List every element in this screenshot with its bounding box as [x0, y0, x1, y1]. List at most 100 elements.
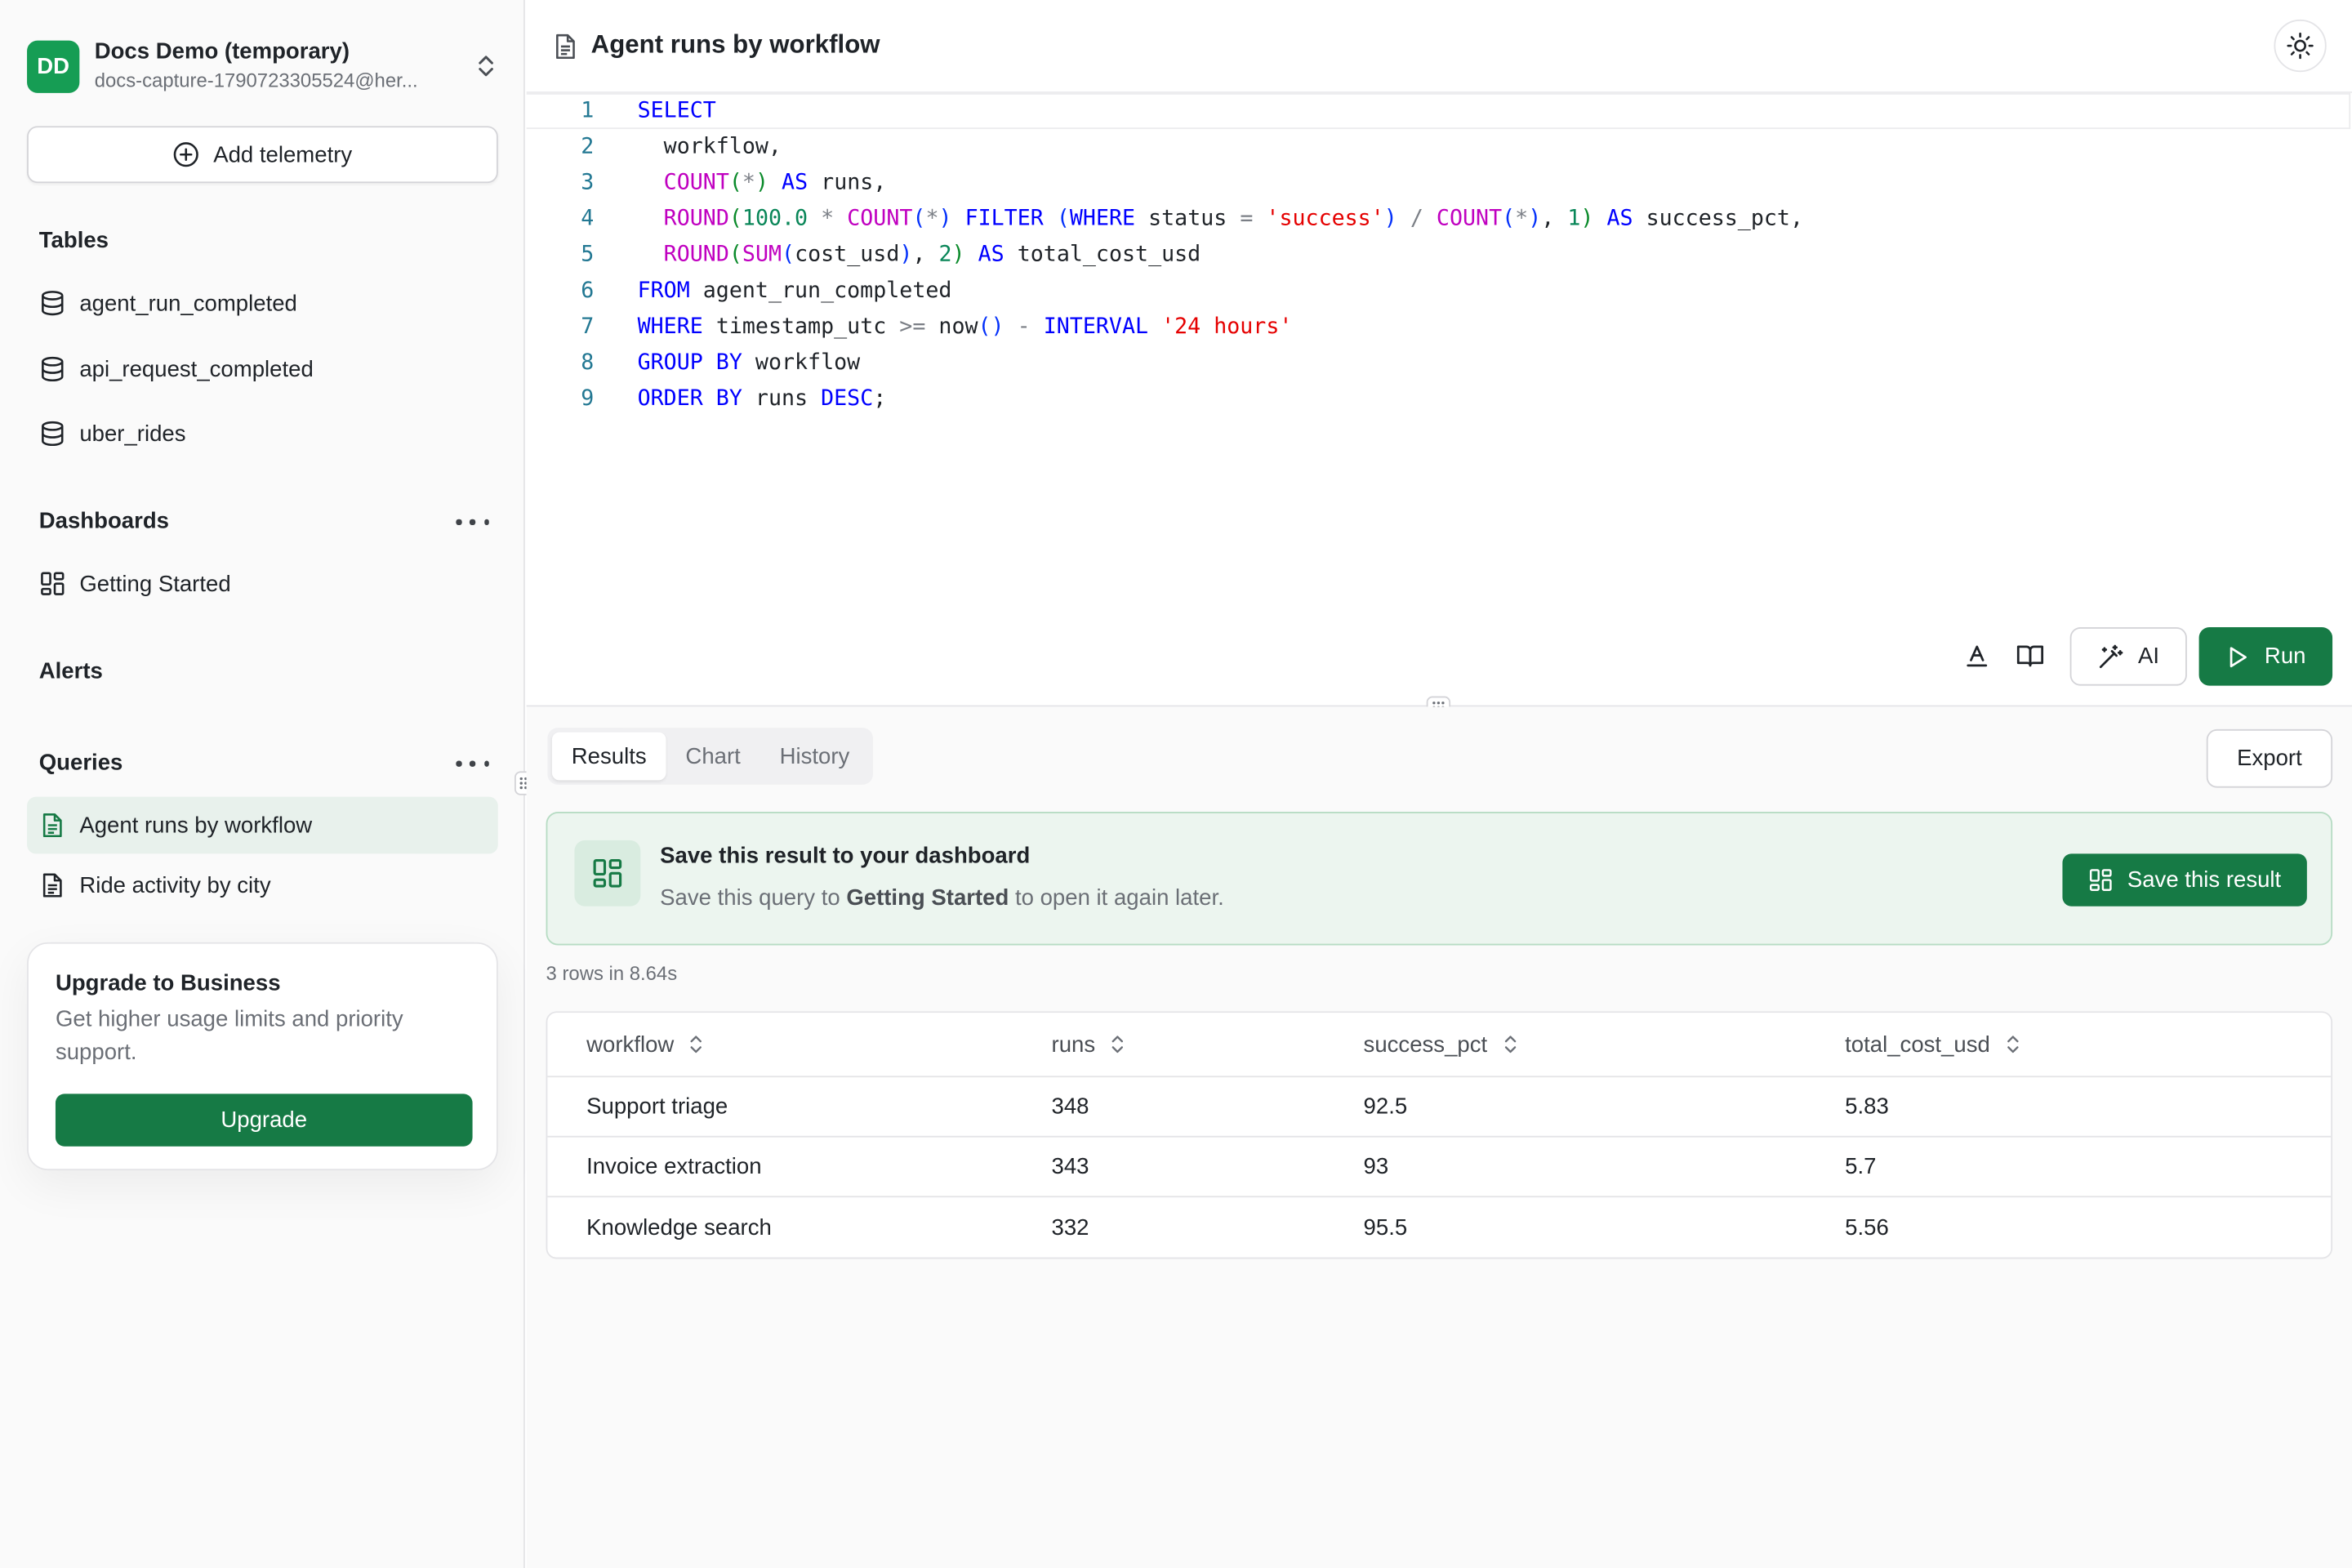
sidebar-item-ride-activity-by-city[interactable]: Ride activity by city — [27, 857, 498, 914]
save-result-label: Save this result — [2127, 866, 2282, 893]
org-name: Docs Demo (temporary) — [94, 38, 350, 65]
sort-icon — [2007, 1036, 2019, 1054]
banner-desc-text: Save this query to — [660, 885, 847, 911]
ai-label: AI — [2138, 644, 2160, 670]
code-line: 3 COUNT(*) AS runs, — [527, 165, 2352, 201]
dashboard-grid-icon — [2090, 869, 2113, 891]
code-line: 8 GROUP BY workflow — [527, 345, 2352, 381]
line-number: 8 — [581, 350, 595, 376]
column-header-label: workflow — [586, 1031, 675, 1058]
code-line: 1 SELECT — [527, 93, 2352, 129]
code-line: 7 WHERE timestamp_utc >= now() - INTERVAL… — [527, 309, 2352, 345]
code-text: SELECT — [637, 99, 716, 123]
column-header-total-cost-usd[interactable]: total_cost_usd — [1845, 1013, 2020, 1076]
banner-title: Save this result to your dashboard — [660, 843, 1031, 869]
table-cell: 5.56 — [1845, 1214, 1889, 1241]
row-count: 3 rows in 8.64s — [546, 961, 678, 985]
sidebar: DD Docs Demo (temporary) docs-capture-17… — [0, 0, 525, 1568]
ai-button[interactable]: AI — [2069, 626, 2187, 686]
column-header-label: runs — [1051, 1031, 1096, 1058]
code-text: ORDER BY runs DESC; — [637, 387, 887, 412]
plus-circle-icon — [174, 142, 199, 167]
sidebar-item-getting-started[interactable]: Getting Started — [27, 555, 498, 612]
code-text: WHERE timestamp_utc >= now() - INTERVAL … — [637, 314, 1293, 340]
dot — [470, 519, 475, 525]
export-button[interactable]: Export — [2206, 728, 2333, 788]
results-panel: Results Chart History Export Save this r… — [526, 706, 2352, 1568]
sidebar-item-agent-runs-by-workflow[interactable]: Agent runs by workflow — [27, 796, 498, 854]
play-icon — [2230, 646, 2247, 667]
page-header: Agent runs by workflow — [526, 0, 2352, 93]
dashboard-grid-icon — [41, 572, 65, 595]
document-icon — [42, 873, 62, 898]
table-cell: 343 — [1051, 1153, 1089, 1180]
line-number: 2 — [581, 135, 595, 159]
dashboards-section-title: Dashboards — [38, 508, 170, 535]
tab-history[interactable]: History — [760, 733, 869, 781]
dot — [456, 519, 461, 525]
table-cell: 5.83 — [1845, 1094, 1889, 1120]
alerts-section-title[interactable]: Alerts — [39, 659, 103, 684]
code-text: COUNT(*) AS runs, — [663, 171, 887, 195]
tab-results[interactable]: Results — [551, 732, 666, 781]
sidebar-item-api-request-completed[interactable]: api_request_completed — [27, 341, 498, 398]
table-row: Support triage 348 92.5 5.83 — [547, 1077, 2332, 1138]
queries-section-title: Queries — [38, 750, 123, 776]
table-cell: 95.5 — [1363, 1214, 1408, 1241]
code-text: GROUP BY workflow — [637, 350, 861, 376]
upgrade-description: Get higher usage limits and priority sup… — [55, 1006, 403, 1066]
column-header-workflow[interactable]: workflow — [586, 1013, 704, 1076]
queries-more-button[interactable] — [456, 751, 489, 775]
table-cell: Knowledge search — [586, 1214, 772, 1241]
sidebar-item-agent-run-completed[interactable]: agent_run_completed — [27, 274, 498, 332]
sidebar-item-label: agent_run_completed — [79, 290, 297, 316]
upgrade-button[interactable]: Upgrade — [55, 1094, 473, 1147]
tab-chart[interactable]: Chart — [666, 733, 760, 781]
results-table: workflow runs success_pct total_cost_usd — [546, 1011, 2333, 1259]
table-cell: 93 — [1363, 1153, 1389, 1180]
add-telemetry-button[interactable]: Add telemetry — [27, 126, 498, 184]
code-text: FROM agent_run_completed — [637, 278, 952, 304]
format-text-icon[interactable] — [1963, 642, 1990, 669]
sun-icon — [2287, 32, 2314, 60]
sidebar-item-label: Getting Started — [79, 571, 231, 597]
sort-icon — [1111, 1036, 1124, 1054]
document-icon — [556, 33, 575, 60]
org-switcher[interactable]: DD Docs Demo (temporary) docs-capture-17… — [27, 38, 498, 93]
column-header-success-pct[interactable]: success_pct — [1364, 1013, 1517, 1076]
table-cell: 348 — [1051, 1094, 1089, 1120]
magic-wand-icon — [2100, 644, 2124, 668]
dot — [483, 760, 489, 767]
dot — [470, 760, 475, 767]
database-icon — [42, 421, 64, 447]
table-cell: Invoice extraction — [586, 1153, 762, 1180]
sidebar-item-uber-rides[interactable]: uber_rides — [27, 405, 498, 462]
dashboards-more-button[interactable] — [456, 510, 489, 534]
sidebar-item-label: Ride activity by city — [79, 872, 271, 898]
code-line: 9 ORDER BY runs DESC; — [527, 381, 2352, 417]
sort-icon — [691, 1036, 702, 1054]
table-cell: 92.5 — [1363, 1094, 1408, 1120]
document-icon — [42, 813, 62, 838]
save-result-button[interactable]: Save this result — [2062, 853, 2307, 906]
banner-desc-text: to open it again later. — [1009, 885, 1224, 911]
sidebar-item-label: api_request_completed — [79, 356, 314, 382]
dot — [483, 519, 489, 525]
upgrade-card: Upgrade to Business Get higher usage lim… — [27, 942, 498, 1171]
code-line: 2 workflow, — [527, 129, 2352, 165]
line-number: 4 — [581, 207, 595, 231]
upgrade-title: Upgrade to Business — [55, 970, 281, 996]
add-telemetry-label: Add telemetry — [213, 141, 353, 167]
dashboard-grid-icon — [593, 859, 622, 888]
code-text: workflow, — [637, 135, 782, 159]
theme-toggle-button[interactable] — [2274, 19, 2327, 73]
line-number: 1 — [581, 99, 595, 123]
column-header-runs[interactable]: runs — [1052, 1013, 1125, 1076]
book-open-icon[interactable] — [2016, 642, 2045, 669]
table-cell: 332 — [1051, 1214, 1089, 1241]
run-button[interactable]: Run — [2198, 626, 2333, 686]
sql-editor[interactable]: 1 SELECT 2 workflow, 3 COUNT(*) AS runs, … — [526, 92, 2352, 706]
main-panel: Agent runs by workflow 1 SELECT 2 workflo… — [526, 0, 2352, 1568]
code-line: 4 ROUND(100.0 * COUNT(*) FILTER (WHERE s… — [527, 201, 2352, 237]
database-icon — [42, 291, 64, 316]
